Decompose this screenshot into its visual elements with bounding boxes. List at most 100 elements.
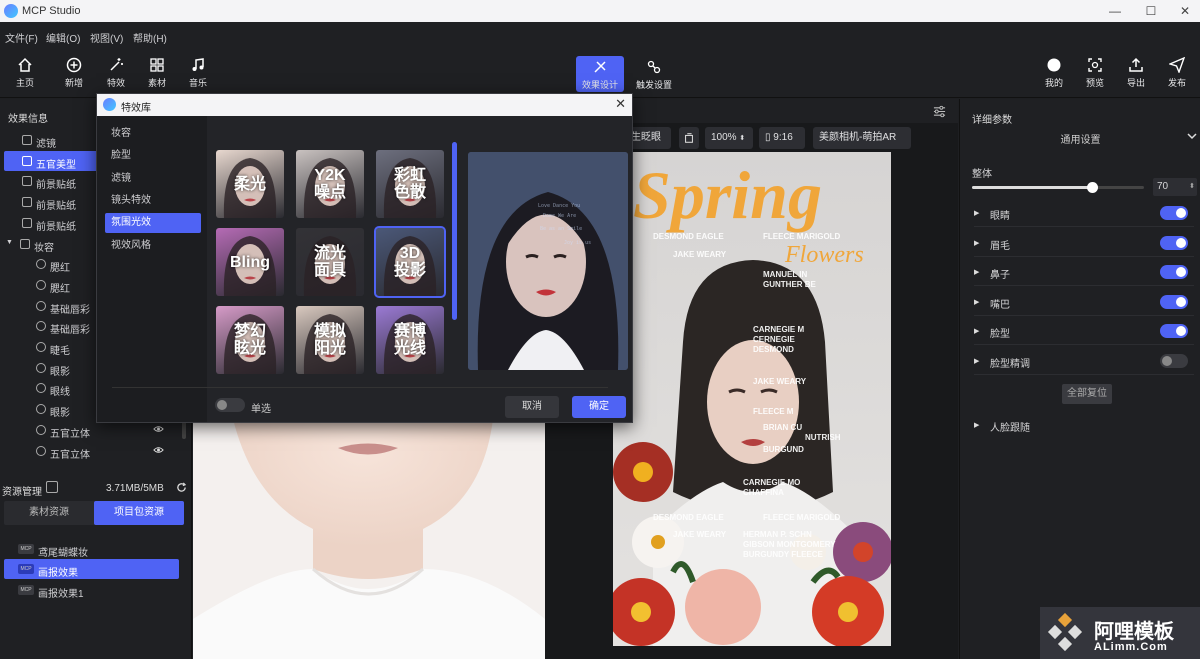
visibility-eye-icon[interactable]: [153, 446, 164, 454]
category-item[interactable]: 镜头特效: [105, 191, 201, 211]
feature-toggle[interactable]: [1160, 206, 1188, 220]
cancel-button[interactable]: 取消: [505, 396, 559, 418]
expand-arrow-icon[interactable]: ▶: [974, 268, 979, 276]
zoom-select[interactable]: 100% ⬍: [705, 127, 753, 149]
value-stepper-icon[interactable]: ⬍: [1189, 178, 1195, 196]
reset-all-button[interactable]: 全部复位: [1062, 384, 1112, 404]
add-button[interactable]: 新增: [54, 52, 94, 92]
refresh-icon[interactable]: [176, 482, 187, 493]
feature-row[interactable]: ▶ 脸型: [974, 317, 1194, 345]
preview-button[interactable]: 预览: [1075, 52, 1115, 92]
visibility-eye-icon[interactable]: [153, 425, 164, 433]
effect-thumbnail-label: Bling: [230, 253, 270, 271]
menu-edit[interactable]: 编辑(O): [46, 30, 80, 45]
expand-arrow-icon[interactable]: ▶: [974, 239, 979, 247]
my-button[interactable]: 我的: [1034, 52, 1074, 92]
feature-toggle[interactable]: [1160, 294, 1188, 309]
brush-icon: [36, 279, 46, 290]
single-select-toggle[interactable]: [215, 398, 245, 412]
effects-button[interactable]: 特效: [96, 52, 136, 92]
category-item[interactable]: 氛围光效: [105, 213, 201, 234]
publish-label: 发布: [1167, 78, 1186, 88]
detail-params-title: 详细参数: [972, 115, 1012, 126]
export-button[interactable]: 导出: [1116, 52, 1156, 92]
dialog-close-icon[interactable]: ✕: [615, 96, 626, 112]
resource-item[interactable]: MCP 鸢尾蝴蝶妆: [4, 539, 179, 559]
expand-arrow-icon[interactable]: ▶: [974, 209, 979, 217]
effect-thumbnail-label: 赛博 光线: [393, 323, 426, 357]
minimize-button[interactable]: —: [1106, 2, 1124, 20]
menu-view[interactable]: 视图(V): [90, 30, 123, 45]
publish-button[interactable]: 发布: [1157, 52, 1197, 92]
trigger-settings-tab[interactable]: 触发设置: [630, 56, 678, 92]
effect-thumbnail[interactable]: 流光 面具: [296, 228, 364, 296]
feature-row[interactable]: ▶ 脸型精调: [974, 347, 1194, 375]
zoom-stepper-icon: ⬍: [739, 135, 746, 142]
category-item[interactable]: 视效风格: [105, 236, 201, 256]
effect-thumbnail[interactable]: 柔光: [216, 150, 284, 218]
poster-headline: Spring: [633, 157, 822, 233]
maximize-button[interactable]: ☐: [1142, 2, 1160, 20]
music-button[interactable]: 音乐: [178, 52, 218, 92]
effect-thumbnail[interactable]: Bling: [216, 228, 284, 296]
tree-item[interactable]: 五官立体: [4, 441, 182, 461]
effect-thumbnail[interactable]: Y2K 噪点: [296, 150, 364, 218]
category-item[interactable]: 脸型: [105, 146, 201, 166]
expand-arrow-icon[interactable]: ▶: [974, 357, 979, 365]
materials-button[interactable]: 素材: [137, 52, 177, 92]
face-track-row[interactable]: ▶ 人脸跟随: [974, 411, 1194, 439]
effect-preview: Love Dance You Dome We Are Be as an Smile J…: [468, 152, 628, 370]
expand-arrow-icon[interactable]: ▶: [974, 421, 979, 429]
overall-slider-knob[interactable]: [1087, 182, 1099, 193]
feature-toggle[interactable]: [1160, 324, 1188, 338]
tab-material-resources[interactable]: 素材资源: [4, 501, 94, 525]
feature-toggle[interactable]: [1160, 353, 1188, 368]
poster-word: FLEECE MARIGOLD: [763, 232, 841, 241]
tab-project-resources[interactable]: 项目包资源: [94, 501, 184, 525]
resource-item[interactable]: MCP 画报效果: [4, 559, 179, 579]
expand-chevron-icon[interactable]: ▼: [6, 239, 16, 249]
grid-scrollbar[interactable]: [452, 142, 457, 320]
face-icon: [22, 155, 32, 166]
poster-word: MANUEL IN: [763, 270, 808, 279]
brush-icon: [36, 362, 46, 373]
feature-row[interactable]: ▶ 眉毛: [974, 229, 1194, 257]
expand-arrow-icon[interactable]: ▶: [974, 298, 979, 306]
trigger-settings-label: 触发设置: [635, 80, 672, 90]
close-window-button[interactable]: ✕: [1176, 2, 1194, 20]
feature-row[interactable]: ▶ 眼睛: [974, 199, 1194, 227]
effect-thumbnail[interactable]: 梦幻 眩光: [216, 306, 284, 374]
rotate-button[interactable]: [679, 127, 699, 149]
menu-file[interactable]: 文件(F): [5, 30, 38, 45]
general-settings-header[interactable]: 通用设置: [960, 131, 1200, 151]
overall-value-input[interactable]: 70 ⬍: [1153, 178, 1197, 196]
ratio-select[interactable]: ▯ 9:16 ▼: [759, 127, 805, 164]
menu-help[interactable]: 帮助(H): [133, 30, 167, 45]
category-item[interactable]: 妆容: [105, 124, 201, 144]
overall-slider[interactable]: [972, 182, 1144, 193]
watermark: 阿哩模板 ALimm.Com: [1040, 607, 1200, 659]
feature-row[interactable]: ▶ 鼻子: [974, 258, 1194, 286]
effect-design-tab[interactable]: 效果设计: [576, 56, 624, 92]
feature-toggle[interactable]: [1160, 235, 1188, 250]
settings-sliders-icon[interactable]: [933, 105, 946, 118]
collapse-chevron-icon[interactable]: [1187, 133, 1197, 141]
feature-row[interactable]: ▶ 嘴巴: [974, 288, 1194, 316]
effect-thumbnail[interactable]: 3D 投影: [374, 226, 446, 298]
trigger-select-value: 生眨眼: [631, 132, 661, 143]
feature-toggle[interactable]: [1160, 265, 1188, 279]
feature-label: 眼睛: [990, 211, 1010, 222]
send-icon: [1169, 57, 1185, 73]
effect-thumbnail[interactable]: 彩虹 色散: [376, 150, 444, 218]
category-item[interactable]: 滤镜: [105, 169, 201, 189]
confirm-button[interactable]: 确定: [572, 396, 626, 418]
resource-item[interactable]: MCP 画报效果1: [4, 580, 179, 600]
effect-thumbnail[interactable]: 模拟 阳光: [296, 306, 364, 374]
camera-select[interactable]: 美颜相机-萌拍AR ⌄: [813, 127, 911, 164]
expand-arrow-icon[interactable]: ▶: [974, 327, 979, 335]
home-button[interactable]: 主页: [5, 52, 45, 92]
effect-thumbnail[interactable]: 赛博 光线: [376, 306, 444, 374]
resource-info-icon[interactable]: [46, 481, 58, 493]
effect-thumbnail-label: 梦幻 眩光: [233, 323, 266, 357]
effect-thumbnail-label: 流光 面具: [313, 245, 346, 279]
